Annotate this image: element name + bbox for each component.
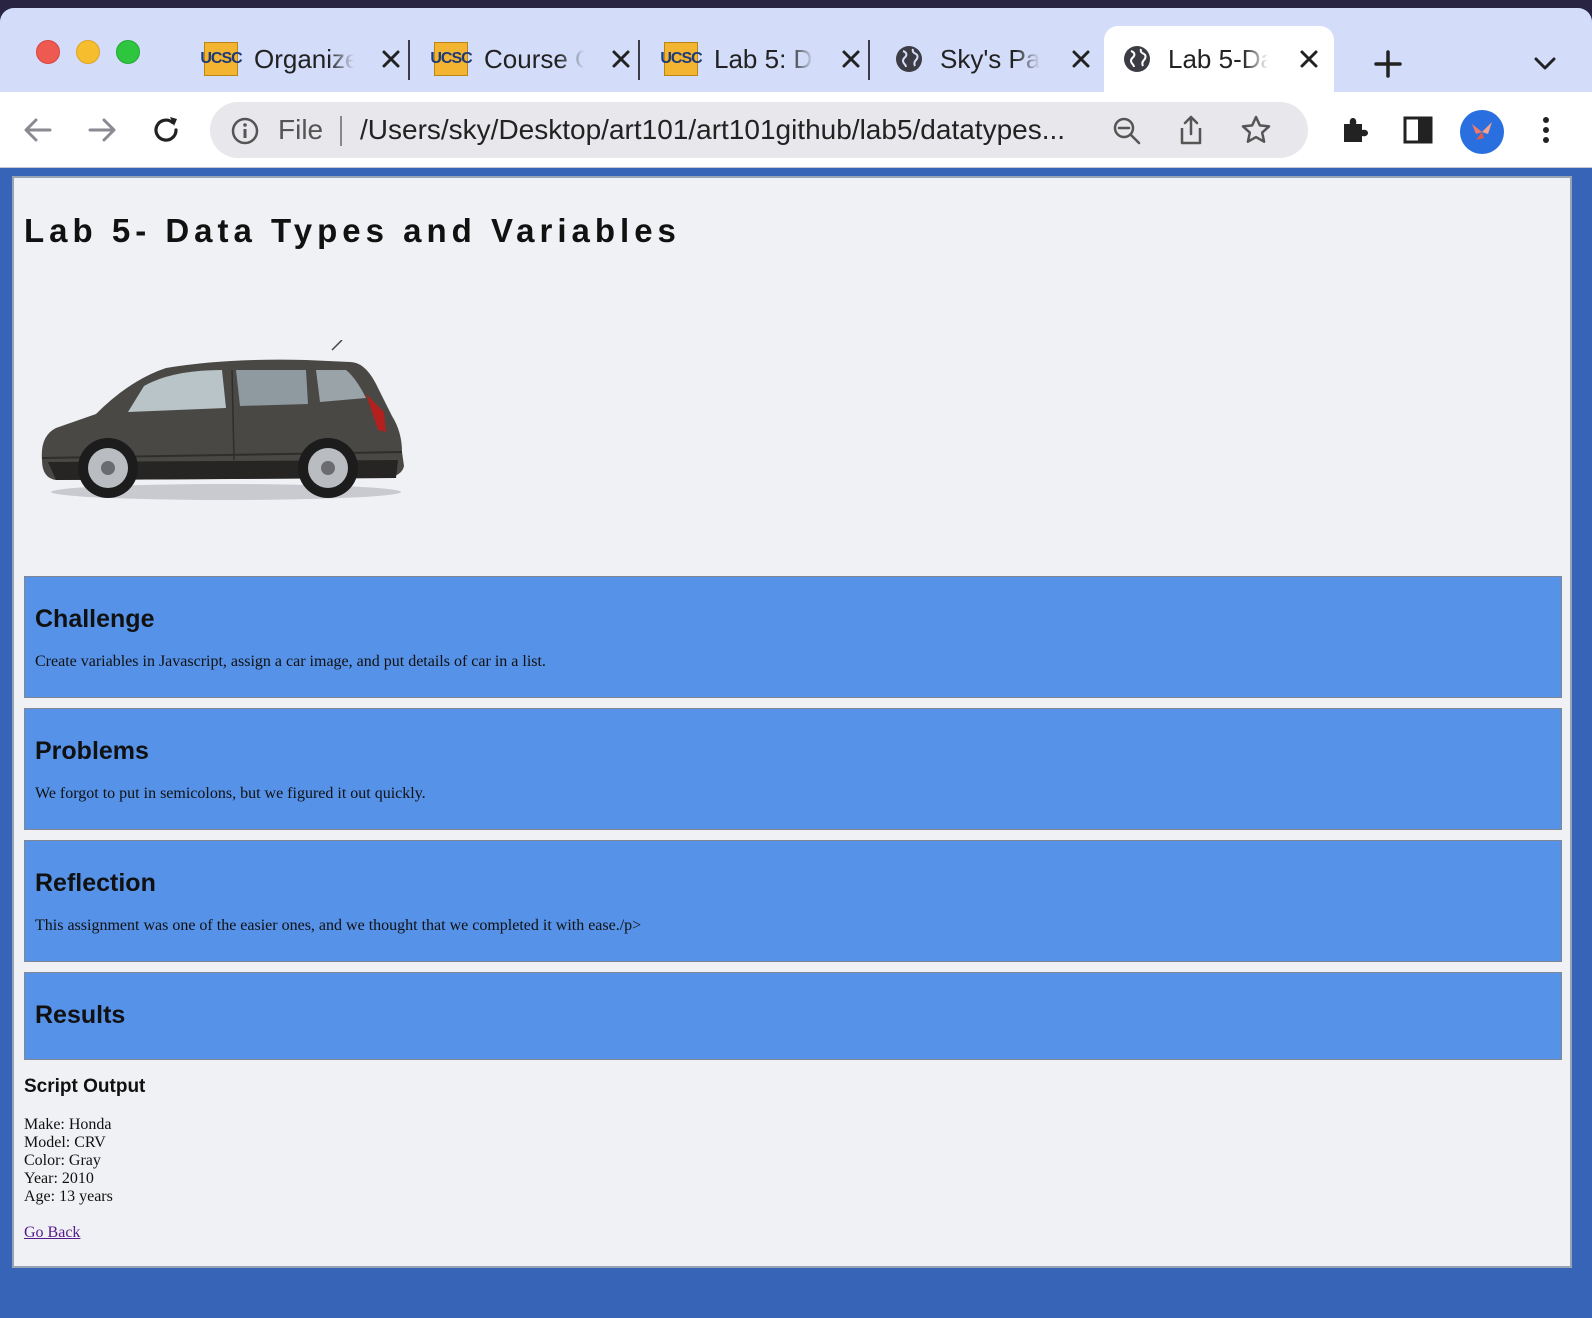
- globe-icon: [896, 46, 922, 72]
- browser-toolbar: File /Users/sky/Desktop/art101/art101git…: [0, 92, 1592, 168]
- new-tab-icon[interactable]: [1374, 50, 1402, 78]
- section-text: Create variables in Javascript, assign a…: [35, 653, 546, 670]
- forward-arrow-icon[interactable]: [86, 114, 118, 146]
- go-back-link[interactable]: Go Back: [24, 1224, 80, 1242]
- url-text[interactable]: /Users/sky/Desktop/art101/art101github/l…: [360, 114, 1065, 146]
- tab-lab5-data-active[interactable]: Lab 5-Da: [1104, 26, 1334, 92]
- ucsc-favicon-icon: UCSC: [430, 42, 473, 76]
- tab-title: Sky's Pag: [940, 43, 1040, 74]
- section-heading: Problems: [35, 737, 149, 765]
- output-line-color: Color: Gray: [24, 1152, 101, 1169]
- zoom-out-icon[interactable]: [1112, 116, 1142, 146]
- back-arrow-icon[interactable]: [22, 114, 54, 146]
- close-tab-icon[interactable]: [610, 48, 632, 70]
- butterfly-icon: [1472, 122, 1492, 140]
- close-tab-icon[interactable]: [380, 48, 402, 70]
- info-icon[interactable]: [230, 116, 260, 146]
- omnibox-divider: [340, 116, 342, 146]
- tab-title: Lab 5: Da: [714, 43, 814, 74]
- ucsc-favicon-icon: UCSC: [200, 42, 243, 76]
- close-tab-icon[interactable]: [1070, 48, 1092, 70]
- section-text: This assignment was one of the easier on…: [35, 917, 642, 934]
- tab-divider: [638, 40, 640, 80]
- tab-title: Lab 5-Da: [1168, 43, 1268, 74]
- scheme-label: File: [278, 114, 324, 145]
- reflection-section: Reflection This assignment was one of th…: [24, 840, 1562, 962]
- script-output-heading: Script Output: [24, 1076, 146, 1097]
- section-heading: Results: [35, 1001, 126, 1029]
- challenge-section: Challenge Create variables in Javascript…: [24, 576, 1562, 698]
- chevron-down-icon[interactable]: [1534, 56, 1556, 72]
- browser-window: UCSC Organize UCSC Course G UCSC Lab 5: …: [0, 8, 1592, 1318]
- tab-course-g[interactable]: UCSC Course G: [416, 26, 646, 92]
- tab-divider: [408, 40, 410, 80]
- section-heading: Challenge: [35, 605, 155, 633]
- profile-avatar[interactable]: [1460, 110, 1504, 154]
- extensions-puzzle-icon[interactable]: [1338, 114, 1370, 146]
- side-panel-icon[interactable]: [1402, 114, 1434, 146]
- close-tab-icon[interactable]: [1298, 48, 1320, 70]
- section-text: We forgot to put in semicolons, but we f…: [35, 785, 426, 802]
- script-output-list: Make: Honda Model: CRV Color: Gray Year:…: [24, 1116, 113, 1206]
- bookmark-star-icon[interactable]: [1240, 114, 1272, 146]
- car-image: [41, 340, 405, 500]
- output-line-model: Model: CRV: [24, 1134, 106, 1151]
- reload-icon[interactable]: [150, 114, 182, 146]
- minimize-window-button[interactable]: [76, 40, 100, 64]
- page-title: Lab 5- Data Types and Variables: [24, 212, 681, 249]
- output-line-make: Make: Honda: [24, 1116, 112, 1133]
- tab-organize[interactable]: UCSC Organize: [186, 26, 416, 92]
- close-window-button[interactable]: [36, 40, 60, 64]
- ucsc-favicon-icon: UCSC: [660, 42, 703, 76]
- address-bar[interactable]: File /Users/sky/Desktop/art101/art101git…: [210, 102, 1308, 158]
- tab-title: Organize: [254, 43, 354, 74]
- tab-title: Course G: [484, 43, 584, 74]
- output-line-year: Year: 2010: [24, 1170, 94, 1187]
- close-tab-icon[interactable]: [840, 48, 862, 70]
- tab-skys-page[interactable]: Sky's Pag: [876, 26, 1106, 92]
- share-icon[interactable]: [1176, 114, 1206, 146]
- section-heading: Reflection: [35, 869, 156, 897]
- more-menu-icon[interactable]: [1530, 114, 1562, 146]
- globe-icon: [1124, 46, 1150, 72]
- results-section: Results: [24, 972, 1562, 1060]
- tab-divider: [868, 40, 870, 80]
- tab-lab5-da[interactable]: UCSC Lab 5: Da: [646, 26, 876, 92]
- output-line-age: Age: 13 years: [24, 1188, 113, 1205]
- page-content: Lab 5- Data Types and Variables Challeng…: [12, 176, 1572, 1268]
- problems-section: Problems We forgot to put in semicolons,…: [24, 708, 1562, 830]
- zoom-window-button[interactable]: [116, 40, 140, 64]
- tab-strip: UCSC Organize UCSC Course G UCSC Lab 5: …: [0, 8, 1592, 92]
